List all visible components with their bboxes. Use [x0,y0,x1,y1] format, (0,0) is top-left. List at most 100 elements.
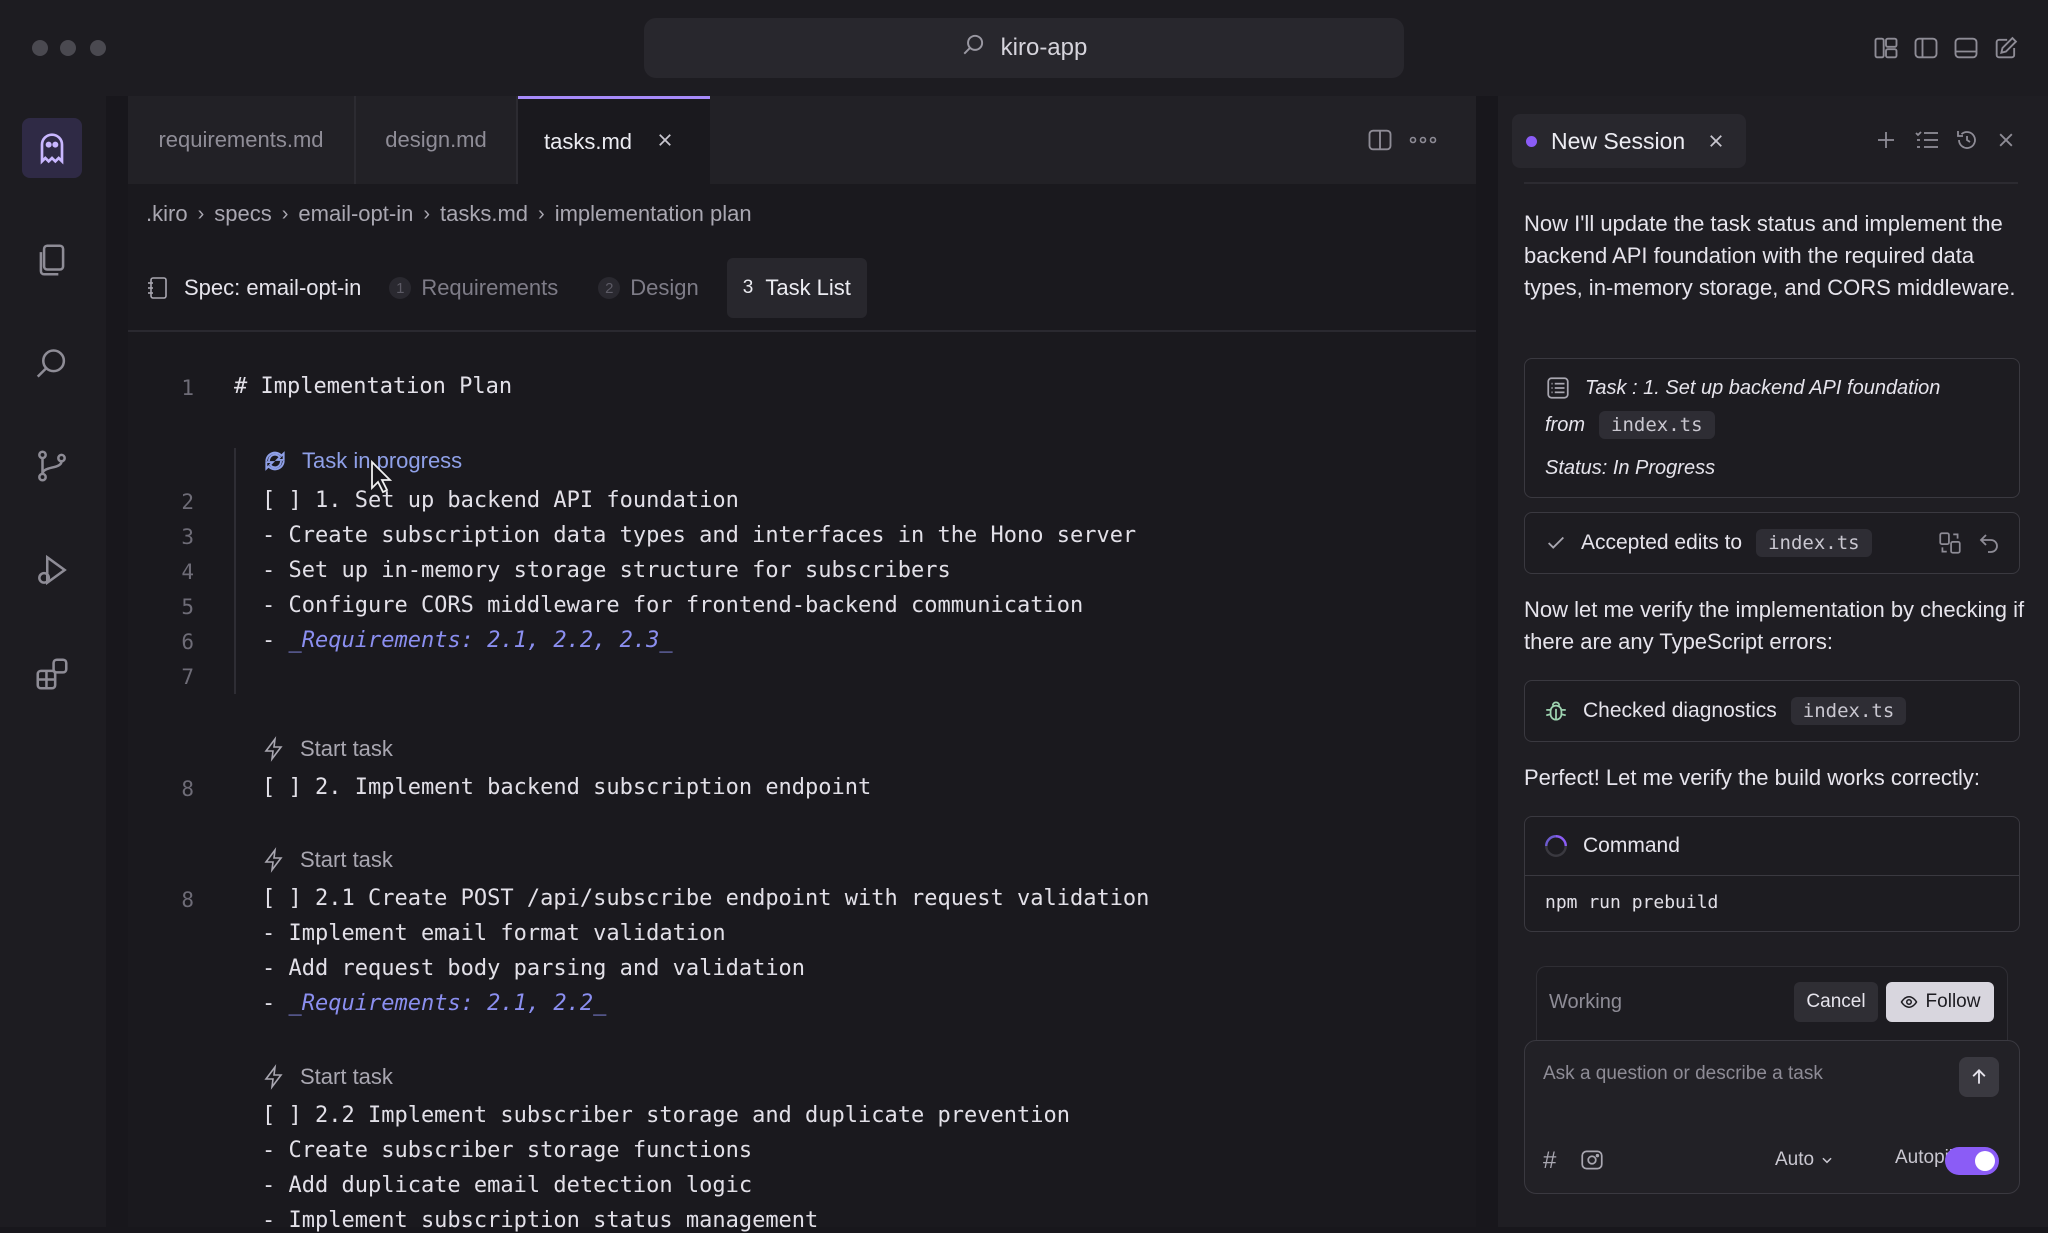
code-line: [ ] 2.2 Implement subscriber storage and… [262,1103,1070,1128]
breadcrumb: .kiro › specs › email-opt-in › tasks.md … [146,196,752,232]
diagnostics-label: Checked diagnostics [1583,699,1777,722]
file-chip[interactable]: index.ts [1756,529,1872,557]
line-number: 6 [181,630,194,654]
code-line: - Implement subscription status manageme… [262,1208,819,1233]
extensions-icon[interactable] [22,644,82,704]
check-icon [1545,532,1567,554]
kiro-ghost-icon[interactable] [22,118,82,178]
toggle-knob [1975,1151,1995,1171]
session-tab[interactable]: New Session [1512,114,1746,168]
toggle-panel-icon[interactable] [1952,34,1980,62]
follow-button[interactable]: Follow [1886,982,1994,1022]
code-line: - Configure CORS middleware for frontend… [262,593,1084,618]
hash-context-icon[interactable]: # [1543,1147,1556,1175]
step-label: Design [630,275,699,300]
arrow-up-icon [1972,1069,1986,1084]
codelens-label: Start task [300,1064,393,1089]
diagnostics-card: Checked diagnostics index.ts [1524,680,2020,742]
breadcrumb-item[interactable]: specs [214,201,271,227]
history-icon[interactable] [1954,128,1980,157]
spec-notebook-icon [146,275,170,301]
task-card-status: Status: In Progress [1545,457,1716,479]
tab-requirements[interactable]: requirements.md [128,96,356,184]
cancel-button[interactable]: Cancel [1794,982,1878,1022]
code-line-requirements: - _Requirements: 2.1, 2.2, 2.3_ [262,628,673,653]
file-chip[interactable]: index.ts [1599,411,1715,439]
split-editor-icon[interactable] [1366,126,1394,159]
divider [1524,182,2018,184]
window-minimize-dot[interactable] [60,40,76,56]
breadcrumb-item[interactable]: tasks.md [440,201,528,227]
session-title: New Session [1551,127,1686,154]
window-maximize-dot[interactable] [90,40,106,56]
step-label: Requirements [421,275,559,300]
tab-design[interactable]: design.md [356,96,518,184]
codelens-task-in-progress[interactable]: Task in progress [262,448,462,474]
close-icon[interactable] [1707,132,1725,150]
compare-changes-icon[interactable] [1937,530,1963,556]
code-prefix: - [262,628,289,653]
code-line-requirements: - _Requirements: 2.1, 2.2_ [262,991,606,1016]
spec-title: Spec: email-opt-in [184,275,362,300]
undo-icon[interactable] [1977,531,2001,555]
cancel-label: Cancel [1806,991,1866,1012]
tab-label: requirements.md [158,127,324,152]
task-list-icon[interactable] [1914,128,1940,157]
send-button[interactable] [1959,1057,1999,1097]
code-line: [ ] 2.1 Create POST /api/subscribe endpo… [262,886,1150,911]
search-icon[interactable] [22,334,82,394]
step-task-list[interactable]: 3 Task List [726,258,867,318]
code-line: - Create subscription data types and int… [262,523,1137,548]
breadcrumb-item[interactable]: implementation plan [555,201,752,227]
codelens-start-task[interactable]: Start task [262,1064,393,1090]
chevron-right-icon: › [423,202,430,225]
breadcrumb-item[interactable]: email-opt-in [298,201,413,227]
spec-stepper: Spec: email-opt-in 1 Requirements 2 Desi… [146,258,867,318]
requirements-link[interactable]: _Requirements: 2.1, 2.2_ [289,991,607,1016]
line-number: 8 [181,888,194,912]
line-number: 4 [181,560,194,584]
step-requirements[interactable]: 1 Requirements [389,275,558,301]
task-list-icon [1545,375,1571,401]
step-design[interactable]: 2 Design [598,275,699,301]
tab-label: design.md [385,127,487,152]
autopilot-toggle[interactable] [1945,1147,1999,1175]
close-panel-icon[interactable] [1996,130,2016,155]
task-status-card: Task : 1. Set up backend API foundation … [1524,358,2020,498]
chat-input-box[interactable]: Ask a question or describe a task # Auto… [1524,1040,2020,1194]
code-line: - Add request body parsing and validatio… [262,956,806,981]
close-icon[interactable] [656,129,674,155]
layout-icon[interactable] [1872,34,1900,62]
line-number: 5 [181,595,194,619]
compose-icon[interactable] [1992,34,2020,62]
more-actions-icon[interactable] [1408,126,1438,159]
source-control-icon[interactable] [22,436,82,496]
code-line: [ ] 2. Implement backend subscription en… [262,775,872,800]
command-search-bar[interactable]: kiro-app [644,18,1404,78]
mode-select[interactable]: Auto [1775,1149,1834,1171]
breadcrumb-item[interactable]: .kiro [146,201,188,227]
line-number: 7 [181,665,194,689]
image-attach-icon[interactable] [1579,1147,1605,1173]
explorer-files-icon[interactable] [22,230,82,290]
code-line: - Set up in-memory storage structure for… [262,558,951,583]
code-line: - Implement email format validation [262,921,726,946]
toggle-sidebar-icon[interactable] [1912,34,1940,62]
lightning-icon [262,847,286,873]
new-session-icon[interactable] [1874,128,1898,157]
eye-icon [1900,993,1918,1011]
codelens-start-task[interactable]: Start task [262,847,393,873]
spinner-icon [1543,833,1569,859]
task-card-from: from [1545,413,1585,436]
codelens-start-task[interactable]: Start task [262,736,393,762]
window-close-dot[interactable] [32,40,48,56]
lightning-icon [262,736,286,762]
assistant-message: Now I'll update the task status and impl… [1524,211,2016,300]
tab-tasks[interactable]: tasks.md [518,96,710,184]
requirements-link[interactable]: _Requirements: 2.1, 2.2, 2.3_ [289,628,673,653]
chevron-down-icon [1820,1153,1834,1167]
file-chip[interactable]: index.ts [1790,697,1907,725]
command-title: Command [1583,834,1680,857]
run-debug-icon[interactable] [22,540,82,600]
session-status-dot [1526,135,1537,147]
